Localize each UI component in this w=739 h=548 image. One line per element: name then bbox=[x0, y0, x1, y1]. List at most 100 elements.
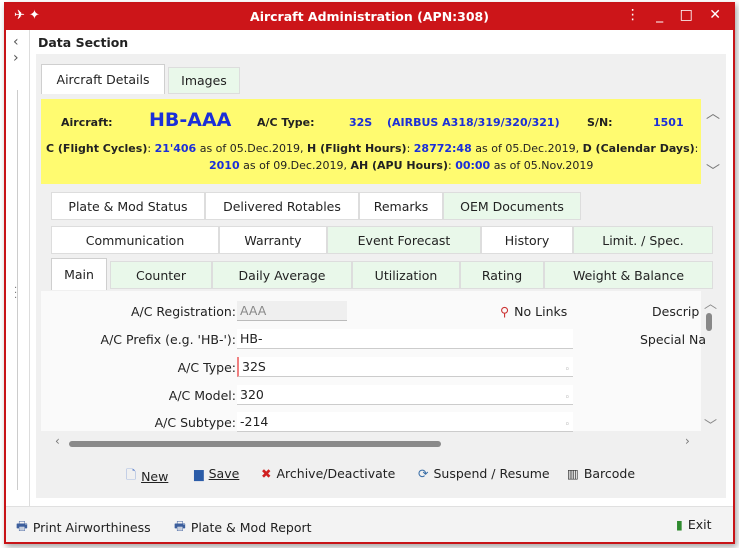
tab-event-forecast[interactable]: Event Forecast bbox=[327, 226, 481, 254]
archive-icon: ✖ bbox=[261, 466, 272, 481]
subtype-input[interactable]: -214 ◦ bbox=[237, 412, 573, 432]
app-window: ✈ ✦ Aircraft Administration (APN:308) ⋮ … bbox=[4, 2, 735, 544]
chevron-left-icon[interactable]: ‹ bbox=[13, 34, 19, 50]
plate-mod-report-label: Plate & Mod Report bbox=[190, 520, 312, 535]
suspend-resume-button[interactable]: ⟳ Suspend / Resume bbox=[418, 466, 550, 481]
new-label: New bbox=[141, 469, 169, 484]
tab-plate-mod-status[interactable]: Plate & Mod Status bbox=[51, 192, 205, 220]
tab-label: Delivered Rotables bbox=[223, 198, 341, 214]
print-airworthiness-button[interactable]: 🖶 Print Airworthiness bbox=[16, 517, 151, 538]
link-broken-icon: ⚲ bbox=[500, 304, 510, 319]
save-label: Save bbox=[208, 466, 240, 481]
scroll-thumb[interactable] bbox=[69, 441, 441, 447]
chevron-up-icon[interactable]: ︿ bbox=[704, 293, 717, 312]
scroll-thumb[interactable] bbox=[706, 313, 712, 331]
registration-field: AAA bbox=[237, 301, 347, 321]
tab-label: Warranty bbox=[244, 232, 302, 248]
tab-label: Limit. / Spec. bbox=[602, 232, 684, 248]
registration-label: A/C Registration: bbox=[130, 304, 236, 319]
title-bar: ✈ ✦ Aircraft Administration (APN:308) ⋮ … bbox=[6, 4, 733, 30]
form-horizontal-scrollbar[interactable]: ‹ › bbox=[51, 434, 701, 450]
counters-line-2: 2010 as of 09.Dec.2019, AH (APU Hours): … bbox=[209, 159, 594, 172]
tab-label: Utilization bbox=[374, 267, 438, 283]
counters-line-1: C (Flight Cycles): 21'406 as of 05.Dec.2… bbox=[46, 142, 699, 155]
model-label: A/C Model: bbox=[168, 388, 236, 403]
tab-oem-documents[interactable]: OEM Documents bbox=[443, 192, 581, 220]
section-header: Data Section bbox=[38, 35, 129, 50]
type-label: A/C Type: bbox=[257, 116, 315, 129]
tab-label: Daily Average bbox=[238, 267, 326, 283]
tab-label: Weight & Balance bbox=[572, 267, 685, 283]
prefix-input[interactable]: HB- bbox=[237, 329, 573, 349]
tab-label: Images bbox=[181, 73, 227, 88]
type-label: A/C Type: bbox=[177, 360, 236, 375]
tab-communication[interactable]: Communication bbox=[51, 226, 219, 254]
drag-handle-icon[interactable]: · · · bbox=[14, 284, 17, 304]
tab-rating[interactable]: Rating bbox=[460, 261, 544, 289]
chevron-right-icon[interactable]: › bbox=[685, 434, 690, 448]
window-controls[interactable]: ⋮ _ □ ✕ bbox=[626, 7, 727, 23]
tab-aircraft-details[interactable]: Aircraft Details bbox=[41, 64, 165, 94]
tab-label: Plate & Mod Status bbox=[68, 198, 188, 214]
type-code: 32S bbox=[349, 116, 373, 129]
type-input[interactable]: 32S ◦ bbox=[237, 357, 573, 377]
printer-icon: 🖶 bbox=[16, 518, 28, 533]
info-scrollbar[interactable]: ︿ ﹀ bbox=[701, 99, 723, 184]
tab-utilization[interactable]: Utilization bbox=[352, 261, 460, 289]
tab-delivered-rotables[interactable]: Delivered Rotables bbox=[205, 192, 359, 220]
form-vertical-scrollbar[interactable]: ︿ ﹀ bbox=[701, 291, 719, 434]
tab-limit-spec[interactable]: Limit. / Spec. bbox=[573, 226, 713, 254]
sn-label: S/N: bbox=[587, 116, 613, 129]
archive-button[interactable]: ✖ Archive/Deactivate bbox=[261, 466, 395, 481]
window-title: Aircraft Administration (APN:308) bbox=[250, 9, 489, 24]
tab-daily-average[interactable]: Daily Average bbox=[212, 261, 352, 289]
barcode-icon: ▥ bbox=[567, 466, 579, 481]
new-button[interactable]: 🗋 New bbox=[126, 466, 168, 487]
exit-door-icon: ▮ bbox=[676, 517, 683, 532]
subtype-label: A/C Subtype: bbox=[154, 415, 236, 430]
exit-button[interactable]: ▮ Exit bbox=[676, 517, 712, 532]
chevron-down-icon[interactable]: ﹀ bbox=[706, 161, 720, 181]
tab-label: History bbox=[504, 232, 550, 248]
type-description: (AIRBUS A318/319/320/321) bbox=[387, 116, 560, 129]
chevron-up-icon[interactable]: ︿ bbox=[706, 103, 720, 123]
tab-history[interactable]: History bbox=[481, 226, 573, 254]
tab-label: Main bbox=[64, 267, 94, 282]
model-input[interactable]: 320 ◦ bbox=[237, 385, 573, 405]
sn-value: 1501 bbox=[653, 116, 684, 129]
barcode-label: Barcode bbox=[583, 466, 636, 481]
tab-label: Event Forecast bbox=[357, 232, 451, 248]
exit-label: Exit bbox=[687, 517, 712, 532]
no-links-button[interactable]: ⚲ No Links bbox=[500, 304, 567, 319]
suspend-icon: ⟳ bbox=[418, 466, 429, 481]
tab-main[interactable]: Main bbox=[51, 258, 107, 290]
tab-label: Remarks bbox=[373, 198, 429, 214]
collapsed-sidebar: ‹ › · · · bbox=[6, 30, 30, 506]
chevron-down-icon[interactable]: ﹀ bbox=[704, 415, 717, 434]
tab-label: Counter bbox=[136, 267, 186, 283]
chevron-right-icon[interactable]: › bbox=[13, 50, 19, 66]
description-label: Descrip bbox=[652, 304, 700, 319]
aircraft-info-box: Aircraft: HB-AAA A/C Type: 32S (AIRBUS A… bbox=[41, 99, 701, 184]
no-links-label: No Links bbox=[514, 304, 568, 319]
special-name-label: Special Na bbox=[640, 332, 707, 347]
chevron-left-icon[interactable]: ‹ bbox=[55, 434, 60, 448]
archive-label: Archive/Deactivate bbox=[276, 466, 396, 481]
aircraft-value: HB-AAA bbox=[149, 109, 232, 131]
tab-label: Aircraft Details bbox=[56, 72, 150, 87]
save-button[interactable]: ▆ Save bbox=[194, 466, 239, 481]
tab-remarks[interactable]: Remarks bbox=[359, 192, 443, 220]
save-icon: ▆ bbox=[194, 466, 204, 481]
tab-images[interactable]: Images bbox=[168, 67, 240, 94]
prefix-label: A/C Prefix (e.g. 'HB-'): bbox=[100, 332, 236, 347]
tab-counter[interactable]: Counter bbox=[110, 261, 212, 289]
printer-icon: 🖶 bbox=[174, 518, 186, 533]
tab-label: OEM Documents bbox=[460, 198, 564, 214]
tab-warranty[interactable]: Warranty bbox=[219, 226, 327, 254]
tab-label: Communication bbox=[85, 232, 185, 248]
plate-mod-report-button[interactable]: 🖶 Plate & Mod Report bbox=[174, 517, 312, 538]
tab-weight-balance[interactable]: Weight & Balance bbox=[544, 261, 713, 289]
barcode-button[interactable]: ▥ Barcode bbox=[567, 466, 635, 481]
new-document-icon: 🗋 bbox=[126, 467, 137, 482]
tab-label: Rating bbox=[481, 267, 523, 283]
